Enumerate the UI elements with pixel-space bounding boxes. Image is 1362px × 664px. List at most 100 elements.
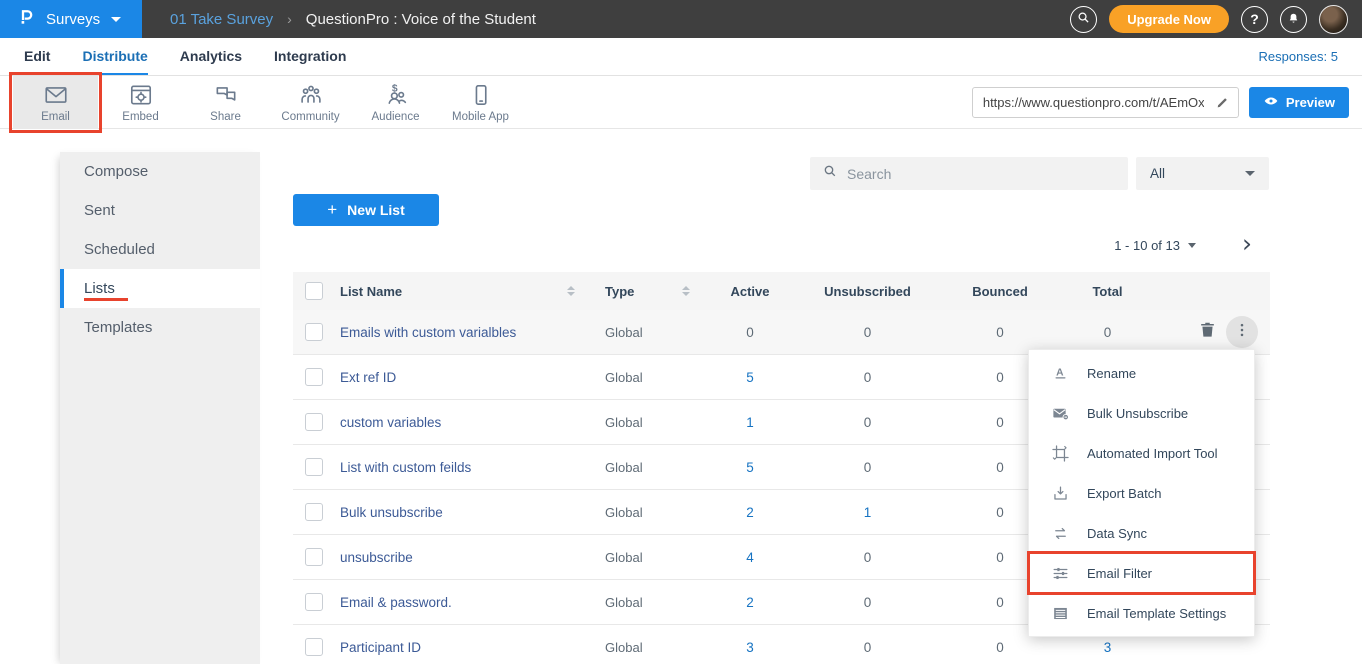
breadcrumb-survey-link[interactable]: 01 Take Survey bbox=[170, 11, 273, 28]
list-name-link[interactable]: Email & password. bbox=[337, 595, 585, 610]
breadcrumb-separator: › bbox=[287, 11, 292, 27]
bell-icon bbox=[1286, 10, 1301, 28]
list-type: Global bbox=[585, 325, 700, 340]
sidebar-item-label: Scheduled bbox=[84, 241, 155, 258]
row-checkbox[interactable] bbox=[305, 638, 323, 656]
search-button[interactable] bbox=[1070, 6, 1097, 33]
channel-embed[interactable]: Embed bbox=[98, 76, 183, 129]
channel-label: Embed bbox=[122, 111, 158, 123]
active-count[interactable]: 2 bbox=[700, 505, 800, 520]
active-count[interactable]: 5 bbox=[700, 370, 800, 385]
sort-list-name-icon[interactable] bbox=[567, 286, 575, 296]
sidebar-item-label: Lists bbox=[84, 280, 115, 297]
row-checkbox[interactable] bbox=[305, 413, 323, 431]
pagination-range[interactable]: 1 - 10 of 13 bbox=[1000, 234, 1196, 256]
sidebar-item-compose[interactable]: Compose bbox=[60, 152, 260, 191]
menu-item-email-template-settings[interactable]: Email Template Settings bbox=[1029, 593, 1254, 633]
row-context-menu: A Rename Bulk Unsubscribe Automated Impo… bbox=[1028, 349, 1255, 637]
next-page-button[interactable]: › bbox=[1232, 228, 1262, 258]
preview-button[interactable]: Preview bbox=[1249, 87, 1349, 118]
channel-share[interactable]: Share bbox=[183, 76, 268, 129]
active-count[interactable]: 0 bbox=[700, 325, 800, 340]
survey-title: QuestionPro : Voice of the Student bbox=[306, 11, 536, 28]
delete-list-button[interactable] bbox=[1194, 319, 1220, 345]
list-name-link[interactable]: Bulk unsubscribe bbox=[337, 505, 585, 520]
notifications-button[interactable] bbox=[1280, 6, 1307, 33]
new-list-button[interactable]: + New List bbox=[293, 194, 439, 226]
menu-item-label: Data Sync bbox=[1087, 526, 1147, 541]
row-checkbox[interactable] bbox=[305, 503, 323, 521]
unsubscribed-count[interactable]: 0 bbox=[800, 370, 935, 385]
questionpro-email-lists-page: Surveys 01 Take Survey › QuestionPro : V… bbox=[0, 0, 1362, 664]
channel-audience[interactable]: $ Audience bbox=[353, 76, 438, 129]
channel-mobileapp[interactable]: Mobile App bbox=[438, 76, 523, 129]
preview-label: Preview bbox=[1286, 95, 1335, 110]
sidebar-item-scheduled[interactable]: Scheduled bbox=[60, 230, 260, 269]
unsubscribed-count[interactable]: 0 bbox=[800, 595, 935, 610]
unsubscribed-count[interactable]: 1 bbox=[800, 505, 935, 520]
responses-count[interactable]: Responses: 5 bbox=[1259, 49, 1339, 64]
menu-item-label: Rename bbox=[1087, 366, 1136, 381]
tab-integration[interactable]: Integration bbox=[274, 38, 346, 75]
column-total: Total bbox=[1065, 284, 1150, 299]
menu-item-data-sync[interactable]: Data Sync bbox=[1029, 513, 1254, 553]
tab-distribute[interactable]: Distribute bbox=[82, 38, 147, 75]
unsubscribed-count[interactable]: 0 bbox=[800, 460, 935, 475]
sort-type-icon[interactable] bbox=[682, 286, 690, 296]
unsubscribed-count[interactable]: 0 bbox=[800, 550, 935, 565]
row-checkbox[interactable] bbox=[305, 593, 323, 611]
total-count[interactable]: 0 bbox=[1065, 325, 1150, 340]
list-search-box bbox=[810, 157, 1128, 190]
sidebar-item-sent[interactable]: Sent bbox=[60, 191, 260, 230]
product-switcher[interactable]: Surveys bbox=[0, 0, 142, 38]
row-checkbox[interactable] bbox=[305, 323, 323, 341]
sidebar-item-lists[interactable]: Lists bbox=[60, 269, 260, 308]
tab-edit[interactable]: Edit bbox=[24, 38, 50, 75]
active-count[interactable]: 3 bbox=[700, 640, 800, 655]
menu-item-bulk-unsubscribe[interactable]: Bulk Unsubscribe bbox=[1029, 393, 1254, 433]
email-icon bbox=[43, 82, 69, 108]
svg-text:A: A bbox=[1056, 367, 1064, 378]
row-checkbox[interactable] bbox=[305, 458, 323, 476]
channel-email[interactable]: Email bbox=[13, 76, 98, 129]
upgrade-now-button[interactable]: Upgrade Now bbox=[1109, 5, 1229, 33]
total-count[interactable]: 3 bbox=[1065, 640, 1150, 655]
edit-url-icon[interactable] bbox=[1208, 95, 1238, 110]
list-type: Global bbox=[585, 505, 700, 520]
unsubscribed-count[interactable]: 0 bbox=[800, 325, 935, 340]
search-input[interactable] bbox=[847, 166, 1097, 182]
sidebar-item-templates[interactable]: Templates bbox=[60, 308, 260, 347]
menu-item-email-filter[interactable]: Email Filter bbox=[1029, 553, 1254, 593]
survey-url-input[interactable] bbox=[973, 95, 1208, 110]
data-sync-icon bbox=[1050, 524, 1070, 543]
help-button[interactable]: ? bbox=[1241, 6, 1268, 33]
list-name-link[interactable]: Emails with custom varialbles bbox=[337, 325, 585, 340]
menu-item-automated-import-tool[interactable]: Automated Import Tool bbox=[1029, 433, 1254, 473]
active-count[interactable]: 5 bbox=[700, 460, 800, 475]
row-checkbox[interactable] bbox=[305, 368, 323, 386]
channel-community[interactable]: Community bbox=[268, 76, 353, 129]
community-icon bbox=[298, 82, 324, 108]
bounced-count[interactable]: 0 bbox=[935, 640, 1065, 655]
list-name-link[interactable]: unsubscribe bbox=[337, 550, 585, 565]
search-icon bbox=[822, 163, 838, 184]
row-menu-button[interactable] bbox=[1226, 316, 1258, 348]
active-count[interactable]: 2 bbox=[700, 595, 800, 610]
unsubscribed-count[interactable]: 0 bbox=[800, 640, 935, 655]
tab-analytics[interactable]: Analytics bbox=[180, 38, 242, 75]
list-name-link[interactable]: Participant ID bbox=[337, 640, 585, 655]
select-all-checkbox[interactable] bbox=[305, 282, 323, 300]
bounced-count[interactable]: 0 bbox=[935, 325, 1065, 340]
active-count[interactable]: 4 bbox=[700, 550, 800, 565]
unsubscribed-count[interactable]: 0 bbox=[800, 415, 935, 430]
menu-item-rename[interactable]: A Rename bbox=[1029, 353, 1254, 393]
list-name-link[interactable]: Ext ref ID bbox=[337, 370, 585, 385]
list-name-link[interactable]: List with custom feilds bbox=[337, 460, 585, 475]
list-name-link[interactable]: custom variables bbox=[337, 415, 585, 430]
list-type-filter[interactable]: All bbox=[1136, 157, 1269, 190]
menu-item-export-batch[interactable]: Export Batch bbox=[1029, 473, 1254, 513]
active-count[interactable]: 1 bbox=[700, 415, 800, 430]
embed-icon bbox=[128, 82, 154, 108]
row-checkbox[interactable] bbox=[305, 548, 323, 566]
user-avatar[interactable] bbox=[1319, 5, 1348, 34]
